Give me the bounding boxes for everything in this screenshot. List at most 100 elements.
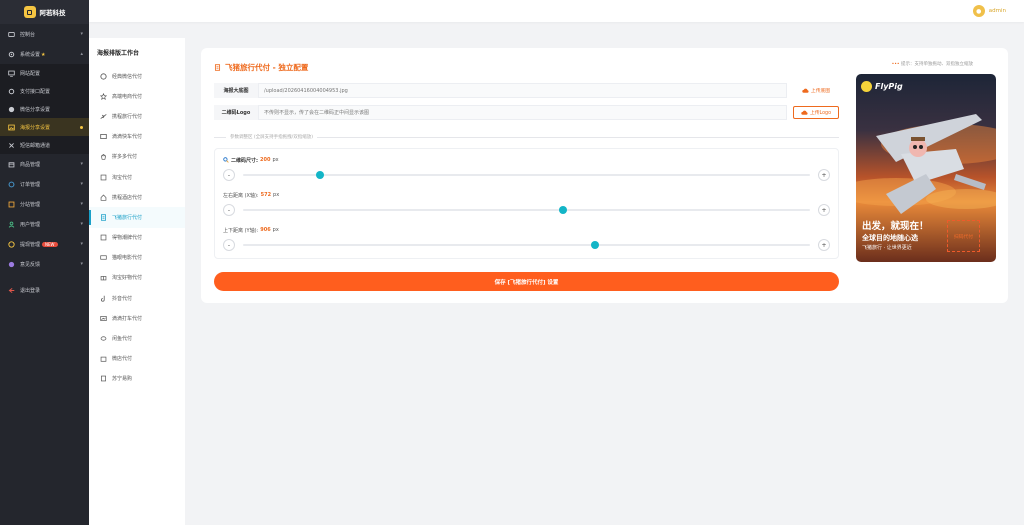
cloud-upload-icon — [801, 110, 808, 115]
slider-track[interactable] — [243, 206, 810, 214]
slider-track[interactable] — [243, 241, 810, 249]
sidebar-item-sms-email[interactable]: 短信邮箱通道 — [0, 136, 89, 154]
subnav-item-douyin[interactable]: 抖音代付 — [89, 288, 185, 308]
sidebar-item-wechat-share[interactable]: 微信分享设置 — [0, 100, 89, 118]
increase-button[interactable]: + — [818, 239, 830, 251]
slider-thumb[interactable] — [590, 241, 599, 249]
sidebar-item-orders[interactable]: 订单管理 ▾ — [0, 174, 89, 194]
subnav-item-ctrip[interactable]: 携程旅行代付 — [89, 106, 185, 126]
music-icon — [100, 295, 107, 302]
config-card: 飞猪旅行代付 - 独立配置 ••• 提示：支持单独拖动、双指独立缩放 海报大底图… — [201, 48, 1008, 303]
subnav-item-didi-express[interactable]: 滴滴快车代付 — [89, 127, 185, 147]
subnav-item-ecommerce[interactable]: 高端电商代付 — [89, 86, 185, 106]
decrease-button[interactable]: - — [223, 239, 235, 251]
subnav-item-xianyu[interactable]: 闲鱼代付 — [89, 328, 185, 348]
sidebar-item-sites[interactable]: 分站管理 ▾ — [0, 194, 89, 214]
brand[interactable]: 阿若科技 — [0, 0, 89, 24]
hotel-icon — [100, 194, 107, 201]
slider-y-offset: 上下距离 (Y轴): 906 px - + — [223, 225, 830, 255]
sidebar-item-site-config[interactable]: 网站配置 — [0, 64, 89, 82]
flypig-logo-icon — [861, 81, 872, 92]
param-box: 二维码尺寸: 200 px - + 左右距离 (X轴): 572 px - + — [214, 148, 839, 259]
sidebar: 阿若科技 控制台 ▾ 系统设置★ ▴ 网站配置 支付接口配置 微信分享设置 海报… — [0, 0, 89, 525]
qr-placeholder[interactable]: 扫码代付 — [947, 220, 980, 252]
upload-bg-button[interactable]: 上传底图 — [793, 87, 839, 94]
subnav-title: 海报排版工作台 — [97, 50, 140, 57]
tools-icon — [8, 142, 15, 149]
sidebar-item-products[interactable]: 商品管理 ▾ — [0, 154, 89, 174]
poster-text: 出发，就现在！ 全球目的地随心选 飞猪旅行 · 让世界更近 — [862, 221, 929, 251]
save-button[interactable]: 保存 [飞猪旅行代付] 设置 — [214, 272, 839, 291]
username[interactable]: admin — [989, 8, 1006, 14]
sidebar-item-poster-share[interactable]: 海报分享设置 — [0, 118, 89, 136]
withdraw-icon — [8, 240, 15, 248]
sidebar-item-logout[interactable]: 退出登录 — [0, 280, 89, 300]
tip-text: ••• 提示：支持单独拖动、双指独立缩放 — [891, 62, 973, 67]
chevron-down-icon: ▾ — [80, 181, 83, 187]
store-icon — [100, 355, 107, 362]
subnav-item-taobao[interactable]: 淘宝代付 — [89, 167, 185, 187]
sidebar-item-system-settings[interactable]: 系统设置★ ▴ — [0, 44, 89, 64]
order-icon — [8, 181, 15, 188]
sidebar-item-withdraw[interactable]: 提现管理 NEW ▾ — [0, 234, 89, 254]
chevron-down-icon: ▾ — [80, 261, 83, 267]
subnav-item-dewu[interactable]: 得物潮牌代付 — [89, 228, 185, 248]
subnav-item-weidian[interactable]: 微店代付 — [89, 349, 185, 369]
sidebar-item-users[interactable]: 用户管理 ▾ — [0, 214, 89, 234]
subnav-item-wechat-classic[interactable]: 经典微信代付 — [89, 66, 185, 86]
decrease-button[interactable]: - — [223, 204, 235, 216]
feedback-icon — [8, 261, 15, 268]
dashboard-icon — [8, 31, 15, 38]
qr-logo-input[interactable]: 不传则不显示，传了会在二维码正中间显示该图 — [258, 105, 787, 120]
monitor-icon — [8, 70, 15, 77]
brand-logo-icon — [23, 6, 36, 18]
box-icon — [8, 161, 15, 168]
slider-thumb[interactable] — [559, 206, 568, 214]
star-icon: ★ — [41, 51, 46, 58]
gear-icon — [8, 51, 15, 58]
sidebar-item-payment-config[interactable]: 支付接口配置 — [0, 82, 89, 100]
brand-name: 阿若科技 — [39, 9, 66, 17]
search-icon — [223, 157, 229, 163]
poster-bg-input[interactable]: /upload/20260416004004953.jpg — [258, 83, 787, 98]
poster-brand: FlyPig — [861, 81, 903, 92]
chevron-down-icon: ▾ — [80, 241, 83, 247]
cloud-upload-icon — [802, 88, 809, 93]
sidebar-item-feedback[interactable]: 意见反馈 ▾ — [0, 254, 89, 274]
fish-icon — [100, 335, 107, 342]
logout-icon — [8, 287, 15, 294]
taobao-icon — [100, 174, 107, 181]
user-icon — [8, 221, 15, 228]
subnav-item-suning[interactable]: 苏宁易购 — [89, 369, 185, 389]
taxi-icon — [100, 315, 107, 322]
ticket-icon — [100, 254, 107, 261]
site-icon — [8, 201, 15, 208]
subnav-item-ctrip-hotel[interactable]: 携程酒店代付 — [89, 187, 185, 207]
poster-bg-label: 海报大底图 — [214, 83, 258, 98]
new-badge: NEW — [42, 241, 58, 247]
subnav-item-maoyan[interactable]: 猫眼电影代付 — [89, 248, 185, 268]
param-section-label: 参数调整区 (全屏支持手指拖拽/双指缩放) — [214, 134, 839, 140]
upload-logo-button[interactable]: 上传Logo — [793, 106, 839, 119]
subnav-item-taobao-goods[interactable]: 淘宝好物代付 — [89, 268, 185, 288]
increase-button[interactable]: + — [818, 169, 830, 181]
chevron-up-icon: ▴ — [80, 51, 83, 57]
sidebar-menu: 控制台 ▾ 系统设置★ ▴ 网站配置 支付接口配置 微信分享设置 海报分享设置 … — [0, 24, 89, 300]
slider-track[interactable] — [243, 171, 810, 179]
shop-icon — [100, 153, 107, 160]
gear-icon — [8, 88, 15, 95]
doc-icon — [214, 64, 221, 71]
poster-preview[interactable]: FlyPig 出发，就现在！ 全球目的地随心选 飞猪旅行 · 让世界更近 扫码代… — [856, 74, 996, 262]
sidebar-item-dashboard[interactable]: 控制台 ▾ — [0, 24, 89, 44]
tag-icon — [100, 234, 107, 241]
chevron-down-icon: ▾ — [80, 31, 83, 37]
subnav-item-pinduoduo[interactable]: 拼多多代付 — [89, 147, 185, 167]
subnav-item-flypig[interactable]: 飞猪旅行代付 — [89, 207, 185, 228]
slider-thumb[interactable] — [315, 171, 324, 179]
subnav-item-didi-taxi[interactable]: 滴滴打车代付 — [89, 308, 185, 328]
decrease-button[interactable]: - — [223, 169, 235, 181]
increase-button[interactable]: + — [818, 204, 830, 216]
chevron-down-icon: ▾ — [80, 161, 83, 167]
qr-logo-row: 二维码Logo 不传则不显示，传了会在二维码正中间显示该图 上传Logo — [214, 105, 839, 120]
avatar[interactable]: ● — [972, 5, 985, 17]
